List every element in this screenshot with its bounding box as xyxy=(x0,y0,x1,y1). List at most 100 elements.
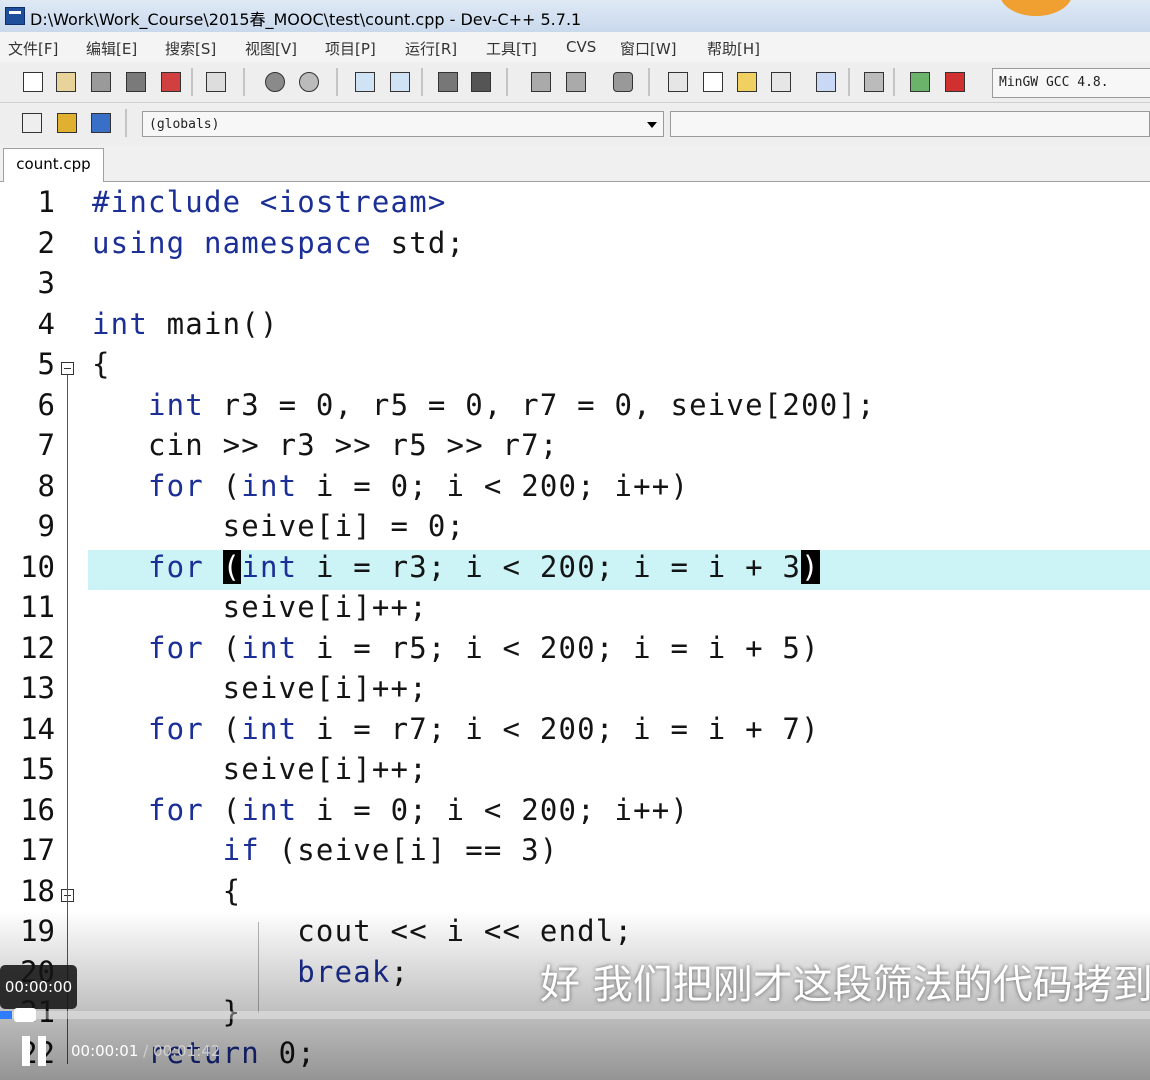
print-icon[interactable] xyxy=(203,69,227,93)
code-keyword: int xyxy=(147,387,204,422)
code-line[interactable]: cin >> r3 >> r5 >> r7; xyxy=(92,428,559,462)
code-keyword: for xyxy=(147,792,204,827)
pause-icon[interactable] xyxy=(22,1036,50,1066)
menu-file[interactable]: 文件[F] xyxy=(8,38,58,59)
save-all-icon[interactable] xyxy=(123,69,147,93)
line-number: 11 xyxy=(20,590,55,624)
insert-icon[interactable] xyxy=(19,110,43,134)
undo-icon[interactable] xyxy=(262,69,286,93)
code-line[interactable]: using namespace std; xyxy=(92,226,465,260)
code-line[interactable]: if (seive[i] == 3) xyxy=(92,833,559,867)
menu-run[interactable]: 运行[R] xyxy=(405,38,457,59)
video-progress-bar[interactable] xyxy=(0,1008,1150,1022)
video-progress-fill xyxy=(0,1011,12,1019)
fold-main-icon[interactable] xyxy=(61,362,74,375)
code-line[interactable]: #include <iostream> xyxy=(92,185,447,219)
toolbar-separator xyxy=(648,68,650,96)
save-icon[interactable] xyxy=(88,69,112,93)
matched-bracket: ( xyxy=(222,549,242,584)
code-keyword: for xyxy=(147,630,204,665)
scope-select-value: (globals) xyxy=(149,117,220,132)
code-token: i = r7; i < 200; i = i + 7) xyxy=(297,711,820,746)
code-line[interactable]: seive[i]++; xyxy=(92,590,428,624)
find-icon[interactable] xyxy=(352,69,376,93)
bookmark-icon[interactable] xyxy=(468,69,492,93)
menu-search[interactable]: 搜索[S] xyxy=(165,38,216,59)
toggle-comment-icon[interactable] xyxy=(610,69,634,93)
code-token: r3 = 0, r5 = 0, r7 = 0, seive[200]; xyxy=(203,387,876,422)
project-options-icon[interactable] xyxy=(88,110,112,134)
menu-project[interactable]: 项目[P] xyxy=(325,38,376,59)
line-number: 5 xyxy=(37,347,55,381)
syntax-check-icon[interactable] xyxy=(813,69,837,93)
debug-icon[interactable] xyxy=(942,69,966,93)
code-line[interactable]: seive[i]++; xyxy=(92,671,428,705)
code-token: i = r5; i < 200; i = i + 5) xyxy=(297,630,820,665)
run-icon[interactable] xyxy=(700,69,724,93)
goto-line-icon[interactable] xyxy=(435,69,459,93)
menu-window[interactable]: 窗口[W] xyxy=(620,38,677,59)
scope-select[interactable]: (globals) xyxy=(142,111,664,137)
indent-icon[interactable] xyxy=(528,69,552,93)
secondary-toolbar: (globals) xyxy=(0,103,1150,146)
code-token: seive[i] = 0; xyxy=(92,509,466,543)
code-token: std; xyxy=(371,225,466,260)
code-line[interactable]: { xyxy=(92,347,111,381)
line-number: 2 xyxy=(37,225,55,260)
seek-time-tooltip: 00:00:00 xyxy=(0,965,77,1009)
code-line[interactable]: seive[i] = 0; xyxy=(92,509,465,543)
line-number: 14 xyxy=(20,711,55,746)
open-file-icon[interactable] xyxy=(53,69,77,93)
window-orb-decoration xyxy=(1000,0,1072,16)
line-number: 4 xyxy=(37,306,55,341)
code-line[interactable]: for (int i = r5; i < 200; i = i + 5) xyxy=(92,631,820,665)
menu-cvs[interactable]: CVS xyxy=(566,38,596,56)
menu-view[interactable]: 视图[V] xyxy=(245,38,297,59)
code-token: ( xyxy=(203,711,242,746)
redo-icon[interactable] xyxy=(296,69,320,93)
menu-tools[interactable]: 工具[T] xyxy=(486,38,537,59)
rebuild-all-icon[interactable] xyxy=(768,69,792,93)
toolbar-separator xyxy=(893,68,895,96)
function-select[interactable] xyxy=(670,111,1150,137)
profile-chart-icon[interactable] xyxy=(907,69,931,93)
line-number: 15 xyxy=(20,752,55,786)
replace-icon[interactable] xyxy=(387,69,411,93)
line-number: 7 xyxy=(37,428,55,462)
code-line[interactable]: for (int i = r3; i < 200; i = i + 3) xyxy=(92,549,820,584)
unindent-icon[interactable] xyxy=(563,69,587,93)
menu-edit[interactable]: 编辑[E] xyxy=(86,38,137,59)
code-token: main() xyxy=(147,306,279,341)
code-line[interactable]: for (int i = r7; i < 200; i = i + 7) xyxy=(92,712,820,746)
code-token: cin >> r3 >> r5 >> r7; xyxy=(92,428,559,462)
code-line[interactable]: for (int i = 0; i < 200; i++) xyxy=(92,469,689,503)
code-keyword: if xyxy=(222,833,260,867)
tab-count-cpp[interactable]: count.cpp xyxy=(3,148,104,182)
stop-execution-icon[interactable] xyxy=(861,69,885,93)
code-line[interactable]: seive[i]++; xyxy=(92,752,428,786)
code-line[interactable]: { xyxy=(92,874,241,908)
new-project-icon[interactable] xyxy=(54,110,78,134)
compile-run-icon[interactable] xyxy=(734,69,758,93)
editor-tab-bar: count.cpp xyxy=(0,145,1150,182)
menu-help[interactable]: 帮助[H] xyxy=(707,38,760,59)
code-line[interactable]: for (int i = 0; i < 200; i++) xyxy=(92,793,689,827)
code-keyword: int xyxy=(241,468,298,503)
code-token: i = 0; i < 200; i++) xyxy=(297,468,690,503)
video-progress-handle[interactable] xyxy=(14,1008,36,1022)
line-number: 3 xyxy=(37,266,55,300)
toolbar-separator xyxy=(848,68,850,96)
compile-icon[interactable] xyxy=(665,69,689,93)
line-number: 6 xyxy=(37,387,55,422)
toolbar-separator xyxy=(336,68,338,96)
code-keyword: int xyxy=(241,630,298,665)
toolbar-separator xyxy=(421,68,423,96)
close-file-icon[interactable] xyxy=(158,69,182,93)
code-line[interactable]: int r3 = 0, r5 = 0, r7 = 0, seive[200]; xyxy=(92,388,876,422)
compiler-select[interactable]: MinGW GCC 4.8. xyxy=(992,68,1150,98)
new-file-icon[interactable] xyxy=(20,69,44,93)
code-line[interactable]: int main() xyxy=(92,307,279,341)
